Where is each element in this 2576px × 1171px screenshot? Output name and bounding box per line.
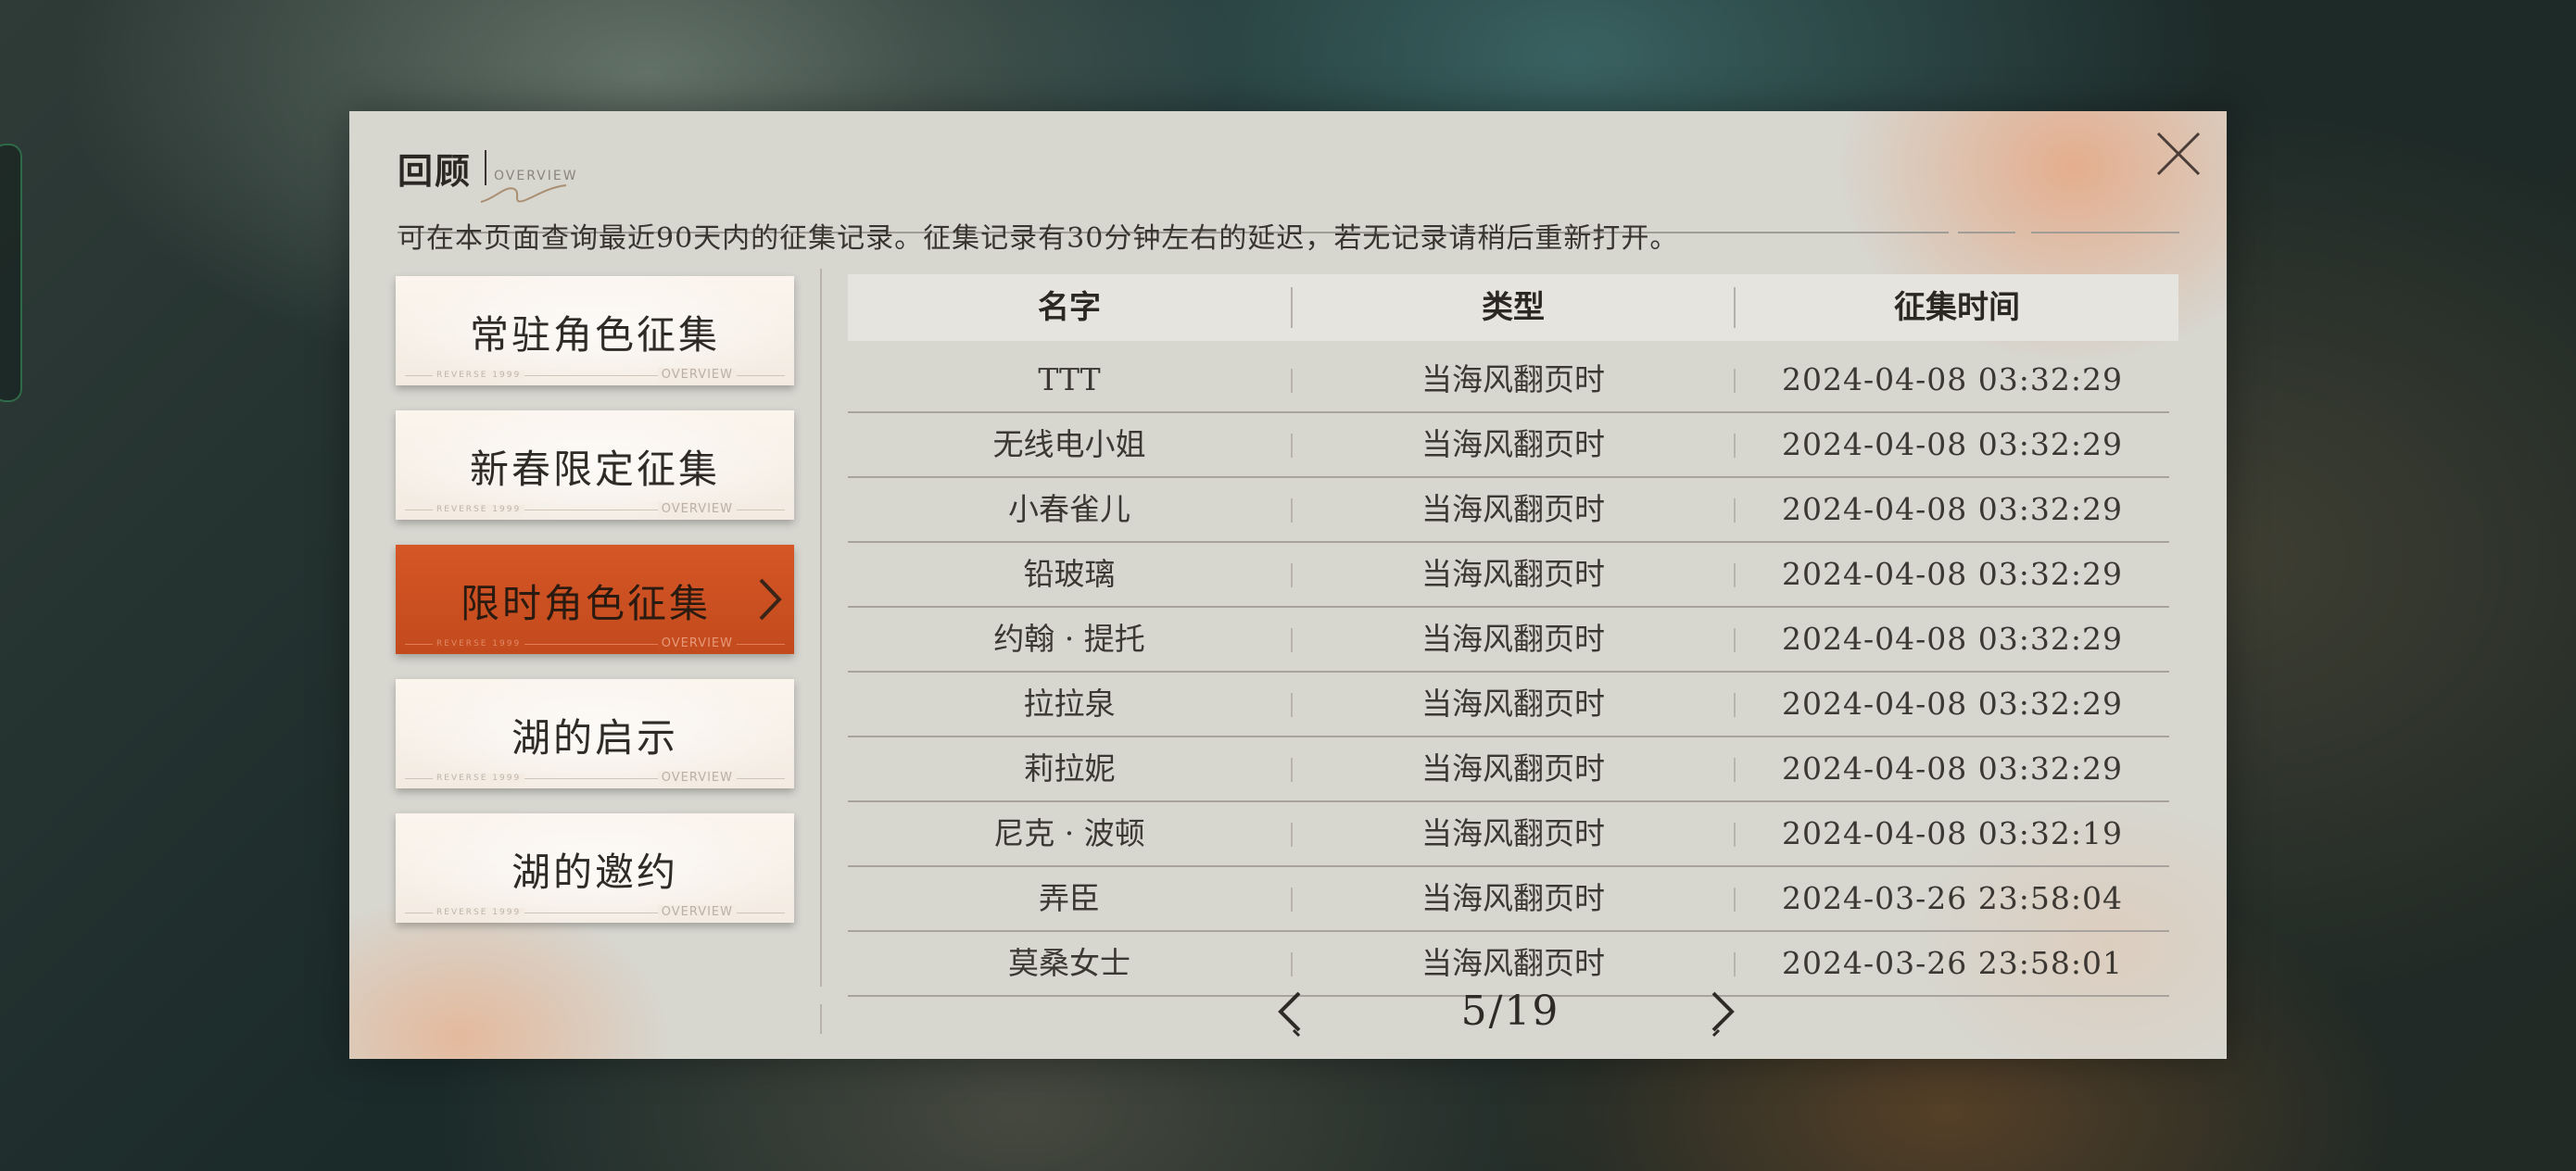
cell-type: 当海风翻页时 <box>1421 750 1605 787</box>
cell-time: 2024-04-08 03:32:29 <box>1782 491 2123 527</box>
cell-name: 弄臣 <box>1039 880 1100 916</box>
tab-foot-text: OVERVIEW <box>657 502 737 516</box>
chevron-left-icon <box>1278 991 1301 1038</box>
cell-name: 小春雀儿 <box>1008 491 1130 527</box>
cell-type: 当海风翻页时 <box>1421 815 1605 851</box>
chevron-right-icon <box>759 578 782 621</box>
page-description: 可在本页面查询最近90天内的征集记录。征集记录有30分钟左右的延迟，若无记录请稍… <box>398 222 1679 255</box>
header-rule-end <box>2031 232 2179 233</box>
pagination: 5/19 <box>848 980 2178 1045</box>
tab-label: 限时角色征集 <box>460 581 711 626</box>
cell-name: 尼克 · 波顿 <box>993 815 1145 851</box>
tab-new-year-summon[interactable]: 新春限定征集 REVERSE 1999 OVERVIEW <box>396 410 794 520</box>
category-tabs: 常驻角色征集 REVERSE 1999 OVERVIEW 新春限定征集 REVE… <box>396 276 794 948</box>
next-page-button[interactable] <box>1700 988 1741 1043</box>
cell-time: 2024-04-08 03:32:29 <box>1782 426 2123 462</box>
tab-foot-text: OVERVIEW <box>657 905 737 919</box>
cell-time: 2024-04-08 03:32:29 <box>1782 361 2123 397</box>
cell-type: 当海风翻页时 <box>1421 361 1605 397</box>
tab-limited-character-summon[interactable]: 限时角色征集 REVERSE 1999 OVERVIEW <box>396 545 794 654</box>
overview-panel: 回顾 OVERVIEW 可在本页面查询最近90天内的征集记录。征集记录有30分钟… <box>349 111 2227 1059</box>
prev-page-button[interactable] <box>1271 988 1312 1043</box>
chevron-right-icon <box>1711 991 1735 1038</box>
tab-foot-tiny: REVERSE 1999 <box>433 908 525 917</box>
table-row: 约翰 · 提托 当海风翻页时 2024-04-08 03:32:29 <box>848 608 2169 673</box>
table-row: 无线电小姐 当海风翻页时 2024-04-08 03:32:29 <box>848 413 2169 478</box>
cell-type: 当海风翻页时 <box>1421 880 1605 916</box>
tab-foot-tiny: REVERSE 1999 <box>433 774 525 783</box>
cell-name: 约翰 · 提托 <box>993 621 1145 657</box>
table-row: 拉拉泉 当海风翻页时 2024-04-08 03:32:29 <box>848 673 2169 737</box>
table-row: 尼克 · 波顿 当海风翻页时 2024-04-08 03:32:19 <box>848 802 2169 867</box>
panel-header: 回顾 OVERVIEW <box>398 143 2181 233</box>
cell-time: 2024-04-08 03:32:29 <box>1782 556 2123 592</box>
cell-type: 当海风翻页时 <box>1421 621 1605 657</box>
column-header-time: 征集时间 <box>1894 289 2020 326</box>
page-title: 回顾 <box>398 150 473 192</box>
tab-foot-tiny: REVERSE 1999 <box>433 371 525 380</box>
cell-name: TTT <box>1038 361 1101 397</box>
cell-time: 2024-03-26 23:58:04 <box>1782 880 2123 916</box>
tab-foot-tiny: REVERSE 1999 <box>433 639 525 648</box>
cell-time: 2024-04-08 03:32:19 <box>1782 815 2123 851</box>
cell-time: 2024-04-08 03:32:29 <box>1782 686 2123 722</box>
record-list: TTT 当海风翻页时 2024-04-08 03:32:29 无线电小姐 当海风… <box>848 348 2169 997</box>
cell-name: 莉拉妮 <box>1023 750 1116 787</box>
cell-type: 当海风翻页时 <box>1421 686 1605 722</box>
tab-foot-text: OVERVIEW <box>657 368 737 382</box>
tab-label: 湖的邀约 <box>511 850 678 895</box>
side-edge-tab[interactable] <box>0 144 22 402</box>
cell-type: 当海风翻页时 <box>1421 426 1605 462</box>
header-rule-short <box>1958 232 2015 233</box>
table-row: 铅玻璃 当海风翻页时 2024-04-08 03:32:29 <box>848 543 2169 608</box>
cell-time: 2024-04-08 03:32:29 <box>1782 750 2123 787</box>
table-row: 莉拉妮 当海风翻页时 2024-04-08 03:32:29 <box>848 737 2169 802</box>
vertical-divider-small <box>820 1004 822 1034</box>
tab-foot-text: OVERVIEW <box>657 771 737 785</box>
page-indicator: 5/19 <box>1460 988 1560 1035</box>
table-row: 小春雀儿 当海风翻页时 2024-04-08 03:32:29 <box>848 478 2169 543</box>
table-row: 弄臣 当海风翻页时 2024-03-26 23:58:04 <box>848 867 2169 932</box>
column-header-name: 名字 <box>1038 289 1101 326</box>
tab-standard-summon[interactable]: 常驻角色征集 REVERSE 1999 OVERVIEW <box>396 276 794 385</box>
tab-label: 新春限定征集 <box>469 447 720 492</box>
title-swoosh-icon <box>480 184 567 203</box>
tab-foot-text: OVERVIEW <box>657 636 737 650</box>
cell-type: 当海风翻页时 <box>1421 556 1605 592</box>
tab-lake-revelation[interactable]: 湖的启示 REVERSE 1999 OVERVIEW <box>396 679 794 788</box>
cell-name: 铅玻璃 <box>1023 556 1116 592</box>
cell-type: 当海风翻页时 <box>1421 491 1605 527</box>
tab-label: 常驻角色征集 <box>469 312 720 358</box>
table-row: TTT 当海风翻页时 2024-04-08 03:32:29 <box>848 348 2169 413</box>
table-header: 名字 类型 征集时间 <box>848 274 2178 341</box>
tab-label: 湖的启示 <box>511 715 678 761</box>
column-header-type: 类型 <box>1482 289 1545 326</box>
title-separator <box>485 150 486 185</box>
tab-foot-tiny: REVERSE 1999 <box>433 505 525 514</box>
tab-lake-invitation[interactable]: 湖的邀约 REVERSE 1999 OVERVIEW <box>396 813 794 923</box>
cell-time: 2024-04-08 03:32:29 <box>1782 621 2123 657</box>
vertical-divider <box>820 269 822 987</box>
cell-name: 拉拉泉 <box>1023 686 1116 722</box>
cell-name: 无线电小姐 <box>992 426 1146 462</box>
